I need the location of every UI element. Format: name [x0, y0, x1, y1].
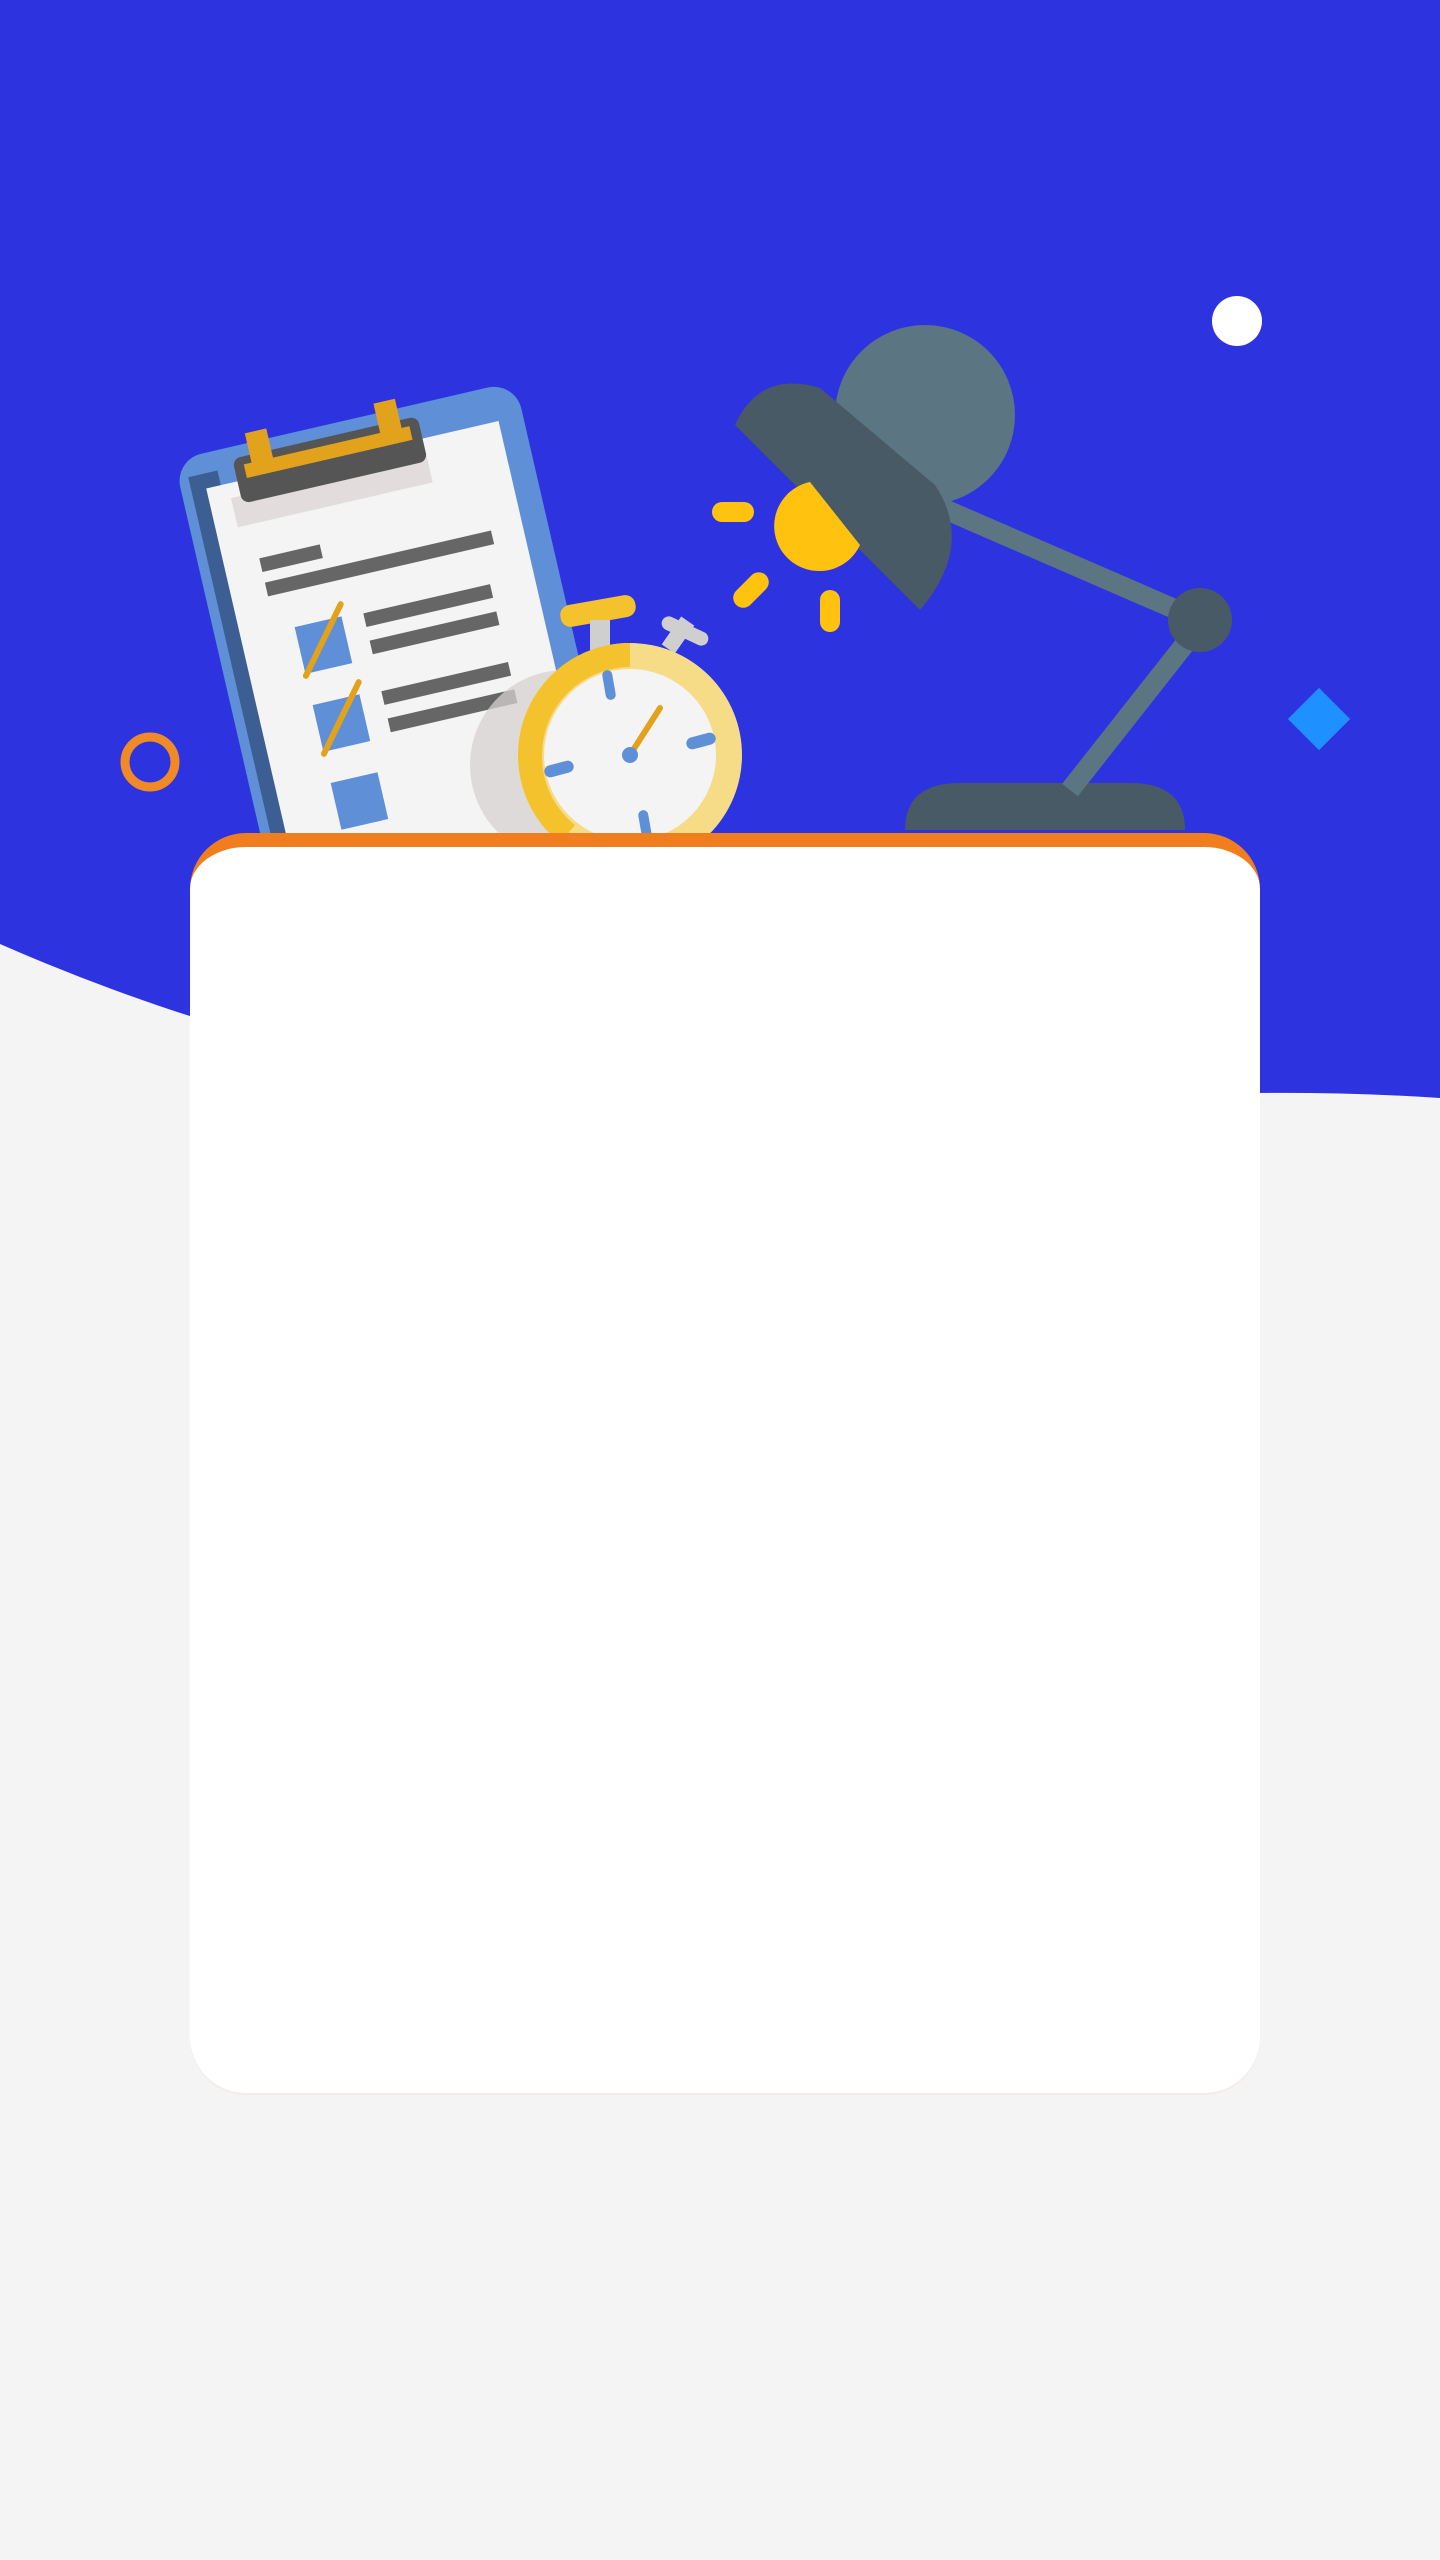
white-dot — [1212, 296, 1262, 346]
card-body — [250, 887, 1200, 2033]
content-card — [190, 833, 1260, 2093]
